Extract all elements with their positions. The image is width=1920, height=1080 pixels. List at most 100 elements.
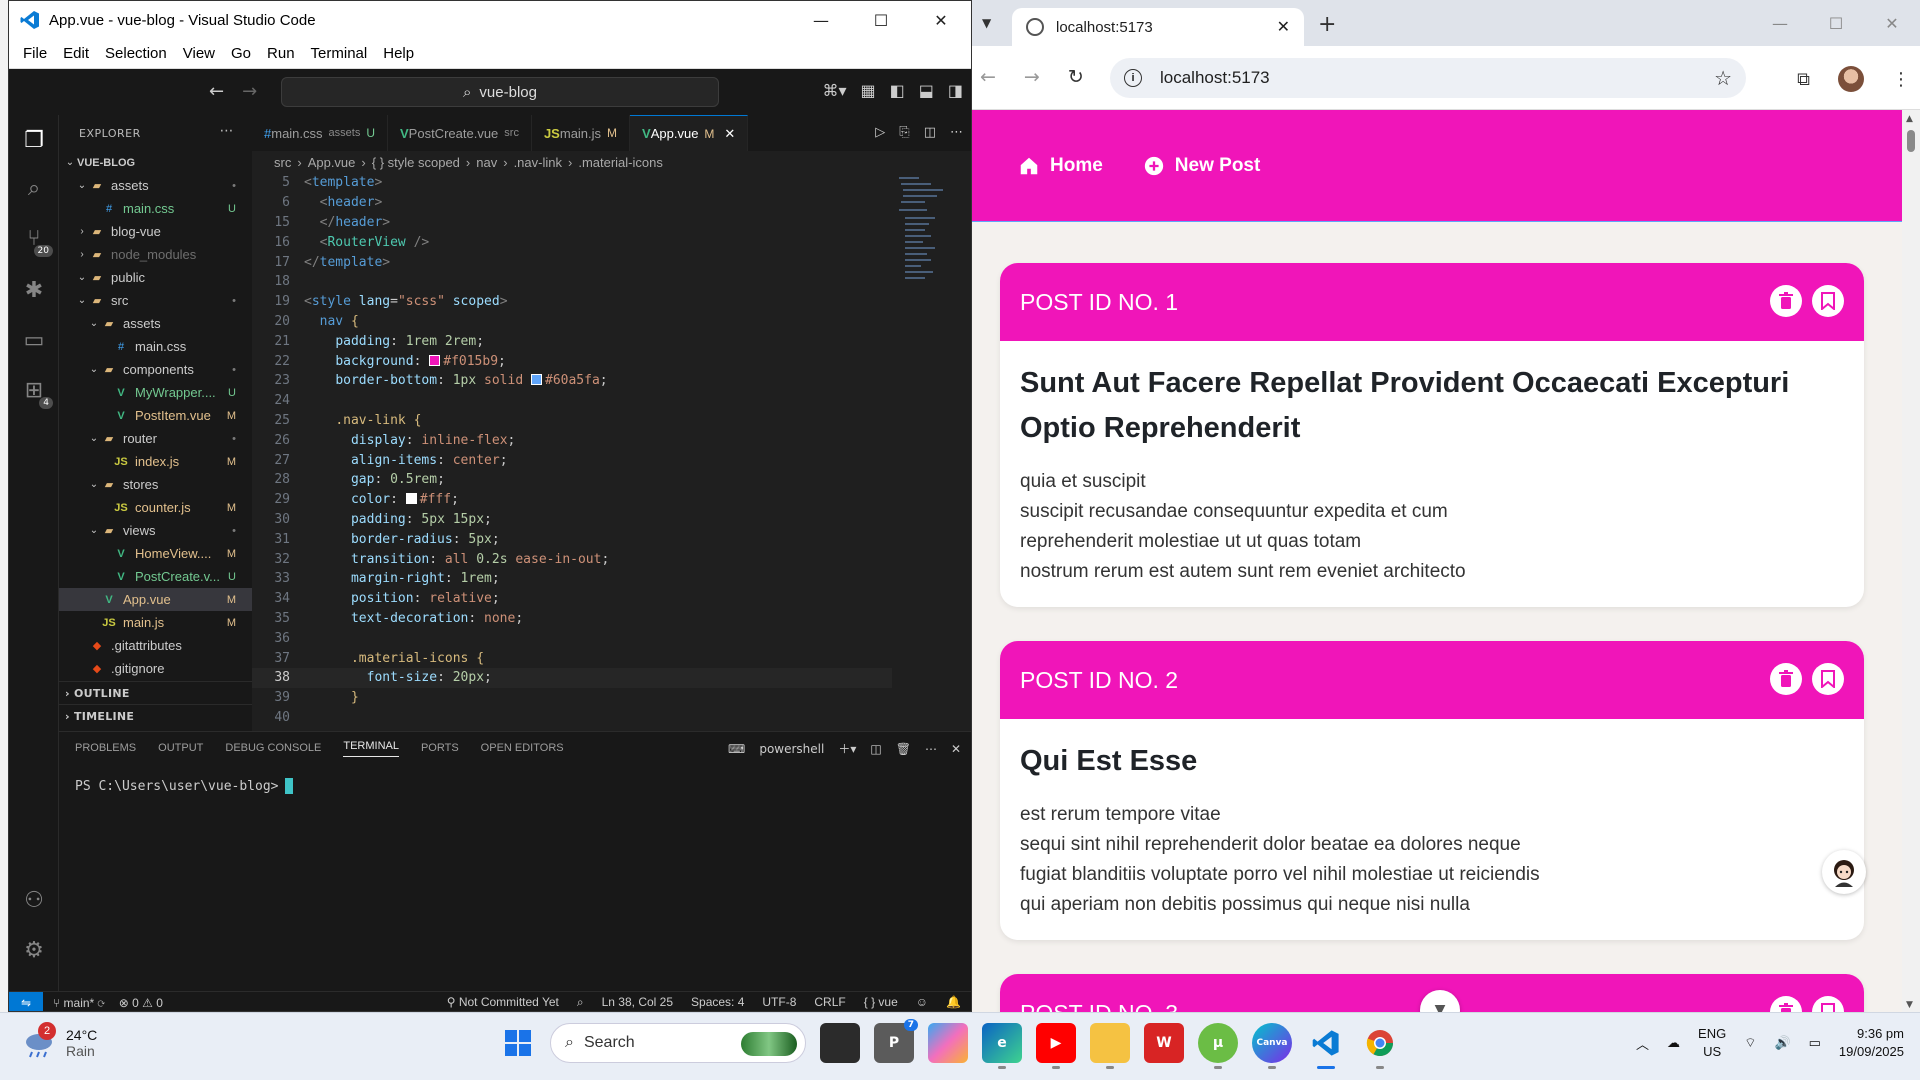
extensions-icon[interactable]: ⊞ 4 <box>19 375 53 409</box>
chrome-menu-icon[interactable]: ⋮ <box>1892 69 1910 90</box>
tree-item[interactable]: › ▰ blog-vue <box>59 220 252 243</box>
tree-item[interactable]: ⌄ ▰ src • <box>59 289 252 312</box>
close-tab-icon[interactable]: ✕ <box>1277 17 1290 37</box>
forward-arrow-icon[interactable]: → <box>1024 66 1040 88</box>
copilot-status-icon[interactable]: ☺ <box>916 995 928 1010</box>
zoom-icon[interactable]: ⌕ <box>577 995 584 1010</box>
chevron-up-icon[interactable]: ︿ <box>1636 1034 1649 1053</box>
scroll-down-icon[interactable]: ▼ <box>1906 1000 1913 1010</box>
scrollbar-thumb[interactable] <box>1907 130 1915 152</box>
section-outline[interactable]: › OUTLINE <box>59 681 252 704</box>
tree-item[interactable]: ⌄ VUE-BLOG <box>59 151 252 174</box>
reload-icon[interactable]: ↻ <box>1068 66 1084 88</box>
language-mode[interactable]: { } vue <box>864 995 898 1010</box>
settings-gear-icon[interactable]: ⚙ <box>19 935 49 965</box>
tree-item[interactable]: ⌄ ▰ views • <box>59 519 252 542</box>
language-indicator[interactable]: ENG US <box>1698 1025 1726 1061</box>
close-button[interactable]: ✕ <box>1864 0 1920 46</box>
maximize-button[interactable]: ☐ <box>1808 0 1864 46</box>
bookmark-post-button[interactable] <box>1812 285 1844 317</box>
extensions-puzzle-icon[interactable]: ⧉ <box>1797 69 1810 90</box>
cursor-position[interactable]: Ln 38, Col 25 <box>602 995 673 1010</box>
tree-item[interactable]: ⌄ ▰ assets <box>59 312 252 335</box>
panel-tab-open-editors[interactable]: OPEN EDITORS <box>481 742 564 754</box>
menu-terminal[interactable]: Terminal <box>303 45 376 62</box>
tree-item[interactable]: ⌄ ▰ assets • <box>59 174 252 197</box>
panel-tab-ports[interactable]: PORTS <box>421 742 459 754</box>
bookmark-star-icon[interactable]: ☆ <box>1714 66 1732 91</box>
breadcrumb-item[interactable]: .nav-link <box>514 155 562 170</box>
more-icon[interactable]: ⋯ <box>925 742 937 756</box>
tree-item[interactable]: › ▰ node_modules <box>59 243 252 266</box>
tree-item[interactable]: # main.css U <box>59 197 252 220</box>
battery-icon[interactable]: ▭ <box>1809 1035 1821 1051</box>
tree-item[interactable]: V App.vue M <box>59 588 252 611</box>
tree-item[interactable]: ⌄ ▰ components • <box>59 358 252 381</box>
menu-help[interactable]: Help <box>375 45 422 62</box>
panel-tab-terminal[interactable]: TERMINAL <box>343 740 399 757</box>
delete-post-button[interactable] <box>1770 996 1802 1012</box>
nav-link-new-post[interactable]: New Post <box>1143 155 1260 177</box>
explorer-icon[interactable]: ❐ <box>19 125 49 155</box>
tree-item[interactable]: ◆ .gitattributes <box>59 634 252 657</box>
branch-indicator[interactable]: ⑂ main* ⟳ <box>53 996 105 1010</box>
breadcrumb-item[interactable]: .material-icons <box>578 155 663 170</box>
notifications-bell-icon[interactable]: 🔔 <box>946 995 961 1010</box>
taskbar-search[interactable]: ⌕ Search <box>550 1023 806 1063</box>
profile-avatar[interactable] <box>1838 66 1864 92</box>
remote-explorer-icon[interactable]: ▭ <box>19 325 49 355</box>
toggle-sidebar-icon[interactable]: ◧ <box>890 81 905 100</box>
minimap[interactable] <box>897 173 957 293</box>
encoding[interactable]: UTF-8 <box>762 995 796 1010</box>
tree-item[interactable]: ⌄ ▰ stores <box>59 473 252 496</box>
tree-item[interactable]: # main.css <box>59 335 252 358</box>
editor-tab[interactable]: V PostCreate.vue src <box>388 115 532 151</box>
trash-icon[interactable]: 🗑 <box>896 742 911 756</box>
line-ending[interactable]: CRLF <box>814 995 845 1010</box>
scroll-up-icon[interactable]: ▲ <box>1906 114 1913 124</box>
more-icon[interactable]: ⋯ <box>950 125 963 140</box>
weather-widget[interactable]: 2 24°C Rain <box>22 1022 97 1059</box>
command-center-search[interactable]: ⌕ vue-blog <box>281 77 719 107</box>
panel-tab-problems[interactable]: PROBLEMS <box>75 742 136 754</box>
menu-run[interactable]: Run <box>259 45 303 62</box>
page-scrollbar[interactable]: ▲ ▼ <box>1902 110 1920 1012</box>
menu-selection[interactable]: Selection <box>97 45 175 62</box>
run-icon[interactable]: ▷ <box>875 125 885 140</box>
tree-item[interactable]: V HomeView.... M <box>59 542 252 565</box>
search-icon[interactable]: ⌕ <box>19 173 49 203</box>
section-timeline[interactable]: › TIMELINE <box>59 704 252 727</box>
copilot-icon[interactable]: ⌘▾ <box>822 81 846 100</box>
split-editor-icon[interactable]: ◫ <box>924 125 936 140</box>
address-bar[interactable]: i localhost:5173 ☆ <box>1110 58 1746 98</box>
bookmark-post-button[interactable] <box>1812 996 1844 1012</box>
browser-tab[interactable]: localhost:5173 ✕ <box>1012 8 1304 46</box>
problems-indicator[interactable]: ⊗ 0 ⚠ 0 <box>119 996 163 1010</box>
forward-arrow-icon[interactable]: → <box>242 81 257 102</box>
vscode-taskbar-icon[interactable] <box>1306 1023 1346 1069</box>
menu-view[interactable]: View <box>175 45 223 62</box>
new-tab-button[interactable]: + <box>1318 12 1336 37</box>
wps-office-icon[interactable]: W <box>1144 1023 1184 1063</box>
delete-post-button[interactable] <box>1770 285 1802 317</box>
start-button[interactable] <box>500 1025 536 1061</box>
remote-icon[interactable]: ⇋ <box>9 991 43 1011</box>
task-view-icon[interactable] <box>820 1023 860 1063</box>
terminal-shell-name[interactable]: powershell <box>759 742 824 756</box>
tree-item[interactable]: ⌄ ▰ router • <box>59 427 252 450</box>
maximize-button[interactable]: ☐ <box>851 1 911 39</box>
edge-browser-icon[interactable]: e <box>982 1023 1022 1069</box>
more-actions-icon[interactable]: ⋯ <box>220 123 235 139</box>
microsoft-store-icon[interactable]: P7 <box>874 1019 918 1063</box>
breadcrumb-item[interactable]: nav <box>476 155 497 170</box>
breadcrumb-item[interactable]: src <box>274 155 291 170</box>
tree-item[interactable]: ⌄ ▰ public <box>59 266 252 289</box>
file-explorer-icon[interactable] <box>1090 1023 1130 1069</box>
panel-tab-output[interactable]: OUTPUT <box>158 742 203 754</box>
tree-item[interactable]: V PostItem.vue M <box>59 404 252 427</box>
site-info-icon[interactable]: i <box>1124 69 1142 87</box>
tree-item[interactable]: JS counter.js M <box>59 496 252 519</box>
tree-item[interactable]: V MyWrapper.... U <box>59 381 252 404</box>
youtube-icon[interactable]: ▶ <box>1036 1023 1076 1069</box>
editor-tab[interactable]: V App.vue M ✕ <box>630 115 749 151</box>
